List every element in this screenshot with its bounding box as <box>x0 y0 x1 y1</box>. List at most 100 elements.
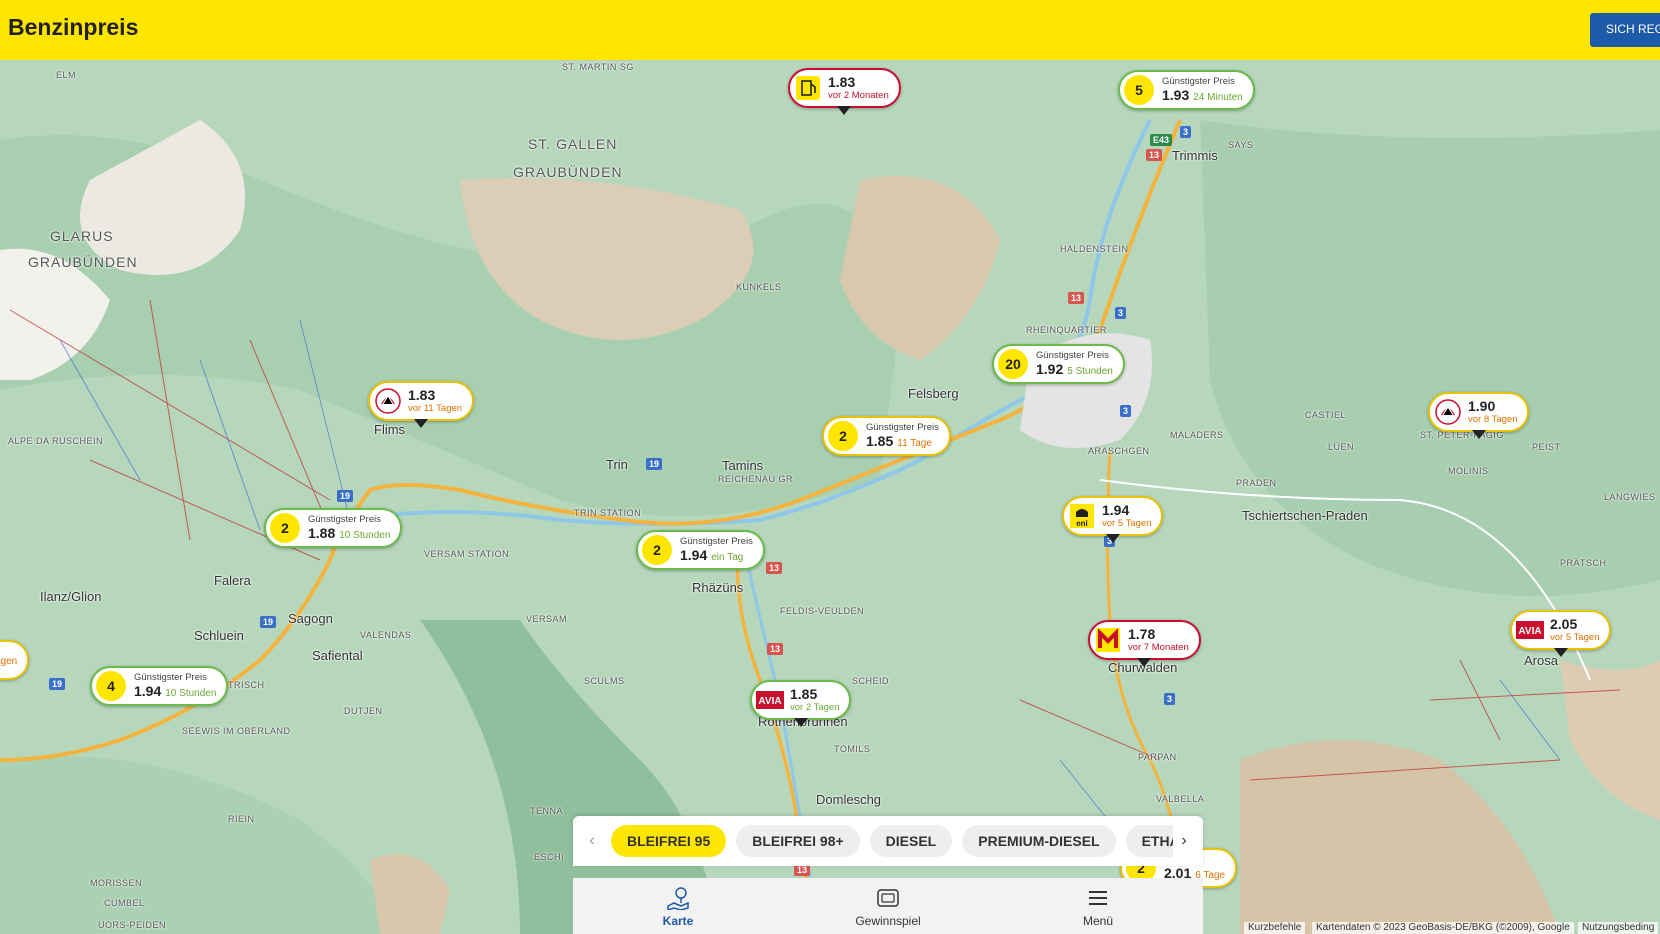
shell-logo-icon <box>1434 398 1462 426</box>
place-label: HALDENSTEIN <box>1060 244 1129 254</box>
price-age: vor 2 Tagen <box>790 701 840 713</box>
migrol-logo-icon <box>1094 626 1122 654</box>
place-label: RIEIN <box>228 814 255 824</box>
avia-logo-icon: AVIA <box>1516 616 1544 644</box>
station-count-badge: 20 <box>998 349 1028 379</box>
road-shield: 19 <box>49 678 66 690</box>
fuel-chip[interactable]: BLEIFREI 98+ <box>736 825 860 857</box>
terms-link[interactable]: Nutzungsbeding <box>1578 922 1659 934</box>
road-shield: 19 <box>337 490 354 502</box>
price-age: 10 Stunden <box>165 687 217 699</box>
shell-logo-icon <box>374 387 402 415</box>
chevron-right-icon[interactable]: › <box>1173 830 1195 852</box>
price-marker[interactable]: 1.83 vor 11 Tagen <box>368 381 475 428</box>
price-age: 24 Minuten <box>1193 91 1243 103</box>
price-number: 1.90 <box>1468 397 1496 414</box>
nav-map-label: Karte <box>662 914 694 928</box>
price-value: 2.05 <box>1550 615 1599 632</box>
price-number: 1.93 <box>1162 86 1190 103</box>
place-label: VALENDAS <box>360 630 412 640</box>
register-button[interactable]: SICH REGI <box>1590 13 1660 47</box>
price-age: vor 2 Monaten <box>828 89 889 101</box>
price-number: 1.94 <box>1102 501 1130 518</box>
place-label: CASTIEL <box>1305 410 1347 420</box>
place-label: ST. GALLEN <box>528 136 618 152</box>
svg-text:AVIA: AVIA <box>1518 626 1541 637</box>
map-pin-icon <box>667 887 689 910</box>
price-marker[interactable]: 20 Günstigster Preis 1.92 5 Stunden <box>992 344 1125 384</box>
place-label: PRÄTSCH <box>1560 558 1607 568</box>
avia-logo-icon: AVIA <box>756 686 784 714</box>
place-label: MOLINIS <box>1448 466 1489 476</box>
map-data-attribution: Kartendaten © 2023 GeoBasis-DE/BKG (©200… <box>1312 922 1574 934</box>
road-shield: 13 <box>766 562 783 574</box>
place-label: ALPE DA RUSCHEIN <box>8 436 104 446</box>
price-value: 1.85 <box>790 685 839 702</box>
app-title: Benzinpreis <box>8 14 139 40</box>
place-label: TOMILS <box>834 744 871 754</box>
price-marker[interactable]: AVIA 2.05 vor 5 Tagen <box>1510 610 1612 657</box>
place-label: Domleschg <box>816 792 882 807</box>
nav-game[interactable]: Gewinnspiel <box>783 878 993 934</box>
place-label: Sagogn <box>288 611 333 626</box>
place-label: FELDIS-VEULDEN <box>780 606 865 616</box>
place-label: Trimmis <box>1172 148 1218 163</box>
price-value: 1.94 ein Tag <box>680 547 753 565</box>
marker-pin <box>793 718 808 727</box>
price-marker[interactable]: 2 Günstigster Preis 1.85 11 Tage <box>822 416 951 456</box>
fuel-chip[interactable]: ETHAN <box>1125 825 1173 857</box>
fuel-chip[interactable]: PREMIUM-DIESEL <box>962 825 1116 857</box>
price-number: 1.85 <box>790 685 818 702</box>
station-count-badge: 2 <box>642 535 672 565</box>
price-marker[interactable]: eni 1.94 vor 5 Tagen <box>1062 496 1164 543</box>
price-marker[interactable]: 4 Günstigster Preis 1.94 10 Stunden <box>90 666 229 706</box>
nav-map[interactable]: Karte <box>573 878 783 934</box>
place-label: SCHEID <box>852 676 890 686</box>
place-label: TRIN STATION <box>574 508 642 518</box>
place-label: RHEINQUARTIER <box>1026 325 1107 335</box>
price-marker[interactable]: 2 Günstigster Preis 1.94 ein Tag <box>636 530 765 570</box>
price-number: 1.85 <box>866 432 894 449</box>
map-view[interactable]: ST. MARTIN SG ELM ST. GALLEN GRAUBÜNDEN GLAR… <box>0 60 1660 934</box>
fuel-chip[interactable]: BLEIFREI 95 <box>611 825 727 857</box>
place-label: MALADERS <box>1170 430 1224 440</box>
place-label: LÜEN <box>1328 442 1355 452</box>
place-label: Felsberg <box>908 386 959 401</box>
price-marker[interactable]: 1.83 vor 2 Monaten <box>788 68 901 115</box>
price-marker[interactable]: 1.90 vor 8 Tagen <box>1428 392 1530 439</box>
place-label: Falera <box>214 573 251 588</box>
marker-pin <box>837 106 852 115</box>
station-count-badge: 2 <box>828 421 858 451</box>
price-number: 1.78 <box>1128 625 1156 642</box>
station-count-badge: 5 <box>1124 75 1154 105</box>
price-age: Tagen <box>0 655 18 667</box>
nav-menu[interactable]: Menü <box>993 878 1203 934</box>
place-label: Schluein <box>194 628 244 643</box>
road-shield: 3 <box>1115 307 1127 319</box>
place-label: DUTJEN <box>344 706 383 716</box>
price-marker[interactable]: AVIA 1.85 vor 2 Tagen <box>750 680 852 727</box>
place-label: TRISCH <box>228 680 265 690</box>
place-label: VERSAM <box>526 614 568 624</box>
fuel-chip[interactable]: DIESEL <box>869 825 953 857</box>
ticket-icon <box>877 889 899 907</box>
price-age: vor 5 Tagen <box>1102 517 1152 529</box>
price-number: 2.05 <box>1550 615 1578 632</box>
price-number: 1.88 <box>308 524 336 541</box>
marker-pin <box>1471 430 1486 439</box>
place-label: Trin <box>606 457 628 472</box>
price-marker[interactable]: 2 Günstigster Preis 1.88 10 Stunden <box>264 508 403 548</box>
hamburger-menu-icon <box>1089 891 1107 905</box>
place-label: CUMBEL <box>104 898 145 908</box>
marker-pin <box>1553 648 1568 657</box>
price-marker[interactable]: 5 Günstigster Preis 1.93 24 Minuten <box>1118 70 1255 110</box>
price-value: 1.83 <box>828 74 889 90</box>
price-age: 5 Stunden <box>1067 365 1113 377</box>
marker-pin <box>414 419 429 428</box>
price-marker[interactable]: 1.78 vor 7 Monaten <box>1088 620 1201 667</box>
place-label: Rhäzüns <box>692 580 744 595</box>
chevron-left-icon[interactable]: ‹ <box>581 830 603 852</box>
place-label: VALBELLA <box>1156 794 1205 804</box>
fuel-type-bar: ‹ BLEIFREI 95 BLEIFREI 98+ DIESEL PREMIUM-D… <box>573 816 1203 866</box>
keyboard-shortcuts-link[interactable]: Kurzbefehle <box>1244 922 1306 934</box>
